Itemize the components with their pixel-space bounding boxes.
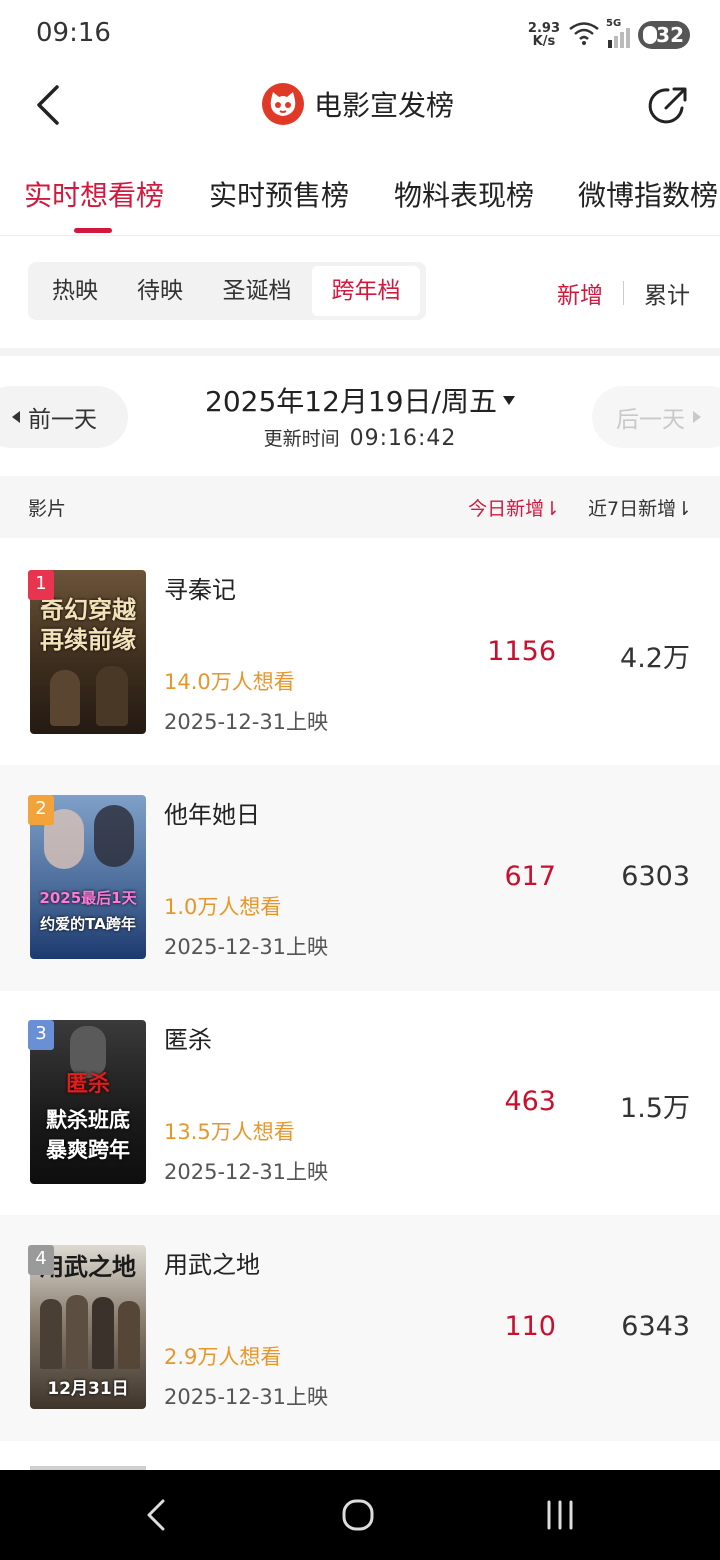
mode-toggle: 新增 累计 [557, 276, 690, 310]
release-date: 2025-12-31上映 [164, 1385, 329, 1409]
poster-text: 匿杀 [65, 1072, 110, 1097]
mode-total-button[interactable]: 累计 [644, 276, 690, 310]
update-label: 更新时间 [263, 428, 340, 450]
nav-recents-button[interactable] [530, 1490, 590, 1540]
app-header: 电影宣发榜 [0, 68, 720, 144]
tab-weibo-index[interactable]: 微博指数榜 [578, 174, 718, 214]
release-date: 2025-12-31上映 [164, 1160, 329, 1184]
want-count: 1.0万人想看 [164, 895, 282, 919]
nav-recents-icon [547, 1500, 573, 1530]
battery-icon: 32 [638, 21, 690, 49]
release-date: 2025-12-31上映 [164, 710, 329, 734]
poster-text: 默杀班底 [46, 1108, 130, 1132]
rank-badge: 4 [28, 1245, 54, 1275]
triangle-right-icon [693, 411, 701, 423]
poster-text: 暴爽跨年 [46, 1138, 130, 1162]
signal-icon: 5G [606, 18, 630, 48]
active-tab-indicator [74, 228, 112, 233]
today-new-value: 1156 [487, 636, 556, 667]
segment-upcoming[interactable]: 待映 [120, 266, 200, 316]
movie-title: 他年她日 [164, 801, 260, 829]
poster-text: 约爱的TA跨年 [40, 915, 136, 933]
share-button[interactable] [646, 84, 690, 128]
mode-new-button[interactable]: 新增 [557, 276, 603, 310]
net-speed-unit: K/s [532, 34, 556, 49]
want-count: 2.9万人想看 [164, 1345, 282, 1369]
rank-badge: 2 [28, 795, 54, 825]
section-divider [0, 348, 720, 356]
rank-badge: 1 [28, 570, 54, 600]
header-title-group: 电影宣发榜 [262, 82, 454, 126]
week-new-value: 6343 [621, 1311, 690, 1342]
nav-home-icon [342, 1499, 374, 1531]
today-new-value: 463 [504, 1086, 556, 1117]
movie-row[interactable]: 匿杀 默杀班底 暴爽跨年 3 匿杀 13.5万人想看 2025-12-31上映 … [0, 990, 720, 1216]
poster-text: 再续前缘 [40, 626, 136, 654]
nav-back-button[interactable] [126, 1490, 186, 1540]
signal-label: 5G [606, 18, 622, 29]
back-arrow-icon [37, 85, 59, 125]
next-day-label: 后一天 [616, 407, 685, 433]
net-speed: 2.93 K/s [528, 22, 560, 48]
column-today-sort[interactable]: 今日新增⇂ [468, 494, 560, 521]
movie-title: 匿杀 [164, 1026, 212, 1054]
release-date: 2025-12-31上映 [164, 935, 329, 959]
week-new-value: 6303 [621, 861, 690, 892]
want-count: 13.5万人想看 [164, 1120, 295, 1144]
period-segment: 热映 待映 圣诞档 跨年档 [28, 262, 426, 320]
rank-badge: 3 [28, 1020, 54, 1050]
segment-christmas[interactable]: 圣诞档 [204, 266, 310, 316]
segment-now-showing[interactable]: 热映 [34, 266, 116, 316]
movie-row[interactable]: 2025最后1天 约爱的TA跨年 2 他年她日 1.0万人想看 2025-12-… [0, 765, 720, 991]
tab-realtime-presale[interactable]: 实时预售榜 [209, 174, 349, 214]
movie-title: 用武之地 [164, 1251, 260, 1279]
column-film: 影片 [28, 498, 67, 520]
back-button[interactable] [26, 80, 70, 130]
update-time: 09:16:42 [349, 426, 457, 451]
movie-row[interactable]: 奇幻穿越 再续前缘 1 寻秦记 14.0万人想看 2025-12-31上映 11… [0, 540, 720, 766]
tab-realtime-want[interactable]: 实时想看榜 [24, 174, 164, 214]
today-new-value: 110 [504, 1311, 556, 1342]
status-icons: 2.93 K/s 5G 32 [528, 18, 690, 52]
date-label: 2025年12月19日/周五 [205, 385, 497, 418]
wifi-icon [568, 20, 600, 50]
tab-material-performance[interactable]: 物料表现榜 [394, 174, 534, 214]
status-bar: 09:16 2.93 K/s 5G 32 [0, 0, 720, 68]
cat-logo-icon [262, 83, 304, 125]
movie-row[interactable]: 用武之地 12月31日 4 用武之地 2.9万人想看 2025-12-31上映 … [0, 1215, 720, 1441]
week-new-value: 1.5万 [620, 1093, 690, 1124]
today-new-value: 617 [504, 861, 556, 892]
page-title: 电影宣发榜 [314, 89, 455, 122]
poster-text: 奇幻穿越 [40, 596, 136, 624]
poster-text: 2025最后1天 [39, 889, 137, 907]
segment-new-year[interactable]: 跨年档 [312, 266, 420, 316]
status-time: 09:16 [36, 18, 111, 48]
poster-text: 12月31日 [47, 1379, 129, 1399]
nav-home-button[interactable] [328, 1490, 388, 1540]
nav-back-icon [147, 1499, 165, 1531]
movie-title: 寻秦记 [164, 576, 236, 604]
column-week-sort[interactable]: 近7日新增⇂ [588, 494, 692, 521]
table-header: 影片 今日新增⇂ 近7日新增⇂ [0, 476, 720, 538]
week-new-value: 4.2万 [620, 643, 690, 674]
ranking-tabs: 实时想看榜 实时预售榜 物料表现榜 微博指数榜 [0, 160, 720, 236]
system-nav-bar [0, 1470, 720, 1560]
share-icon [648, 87, 687, 124]
caret-down-icon [502, 395, 515, 405]
want-count: 14.0万人想看 [164, 670, 295, 694]
mode-divider [623, 281, 624, 305]
next-day-button[interactable]: 后一天 [592, 386, 720, 448]
